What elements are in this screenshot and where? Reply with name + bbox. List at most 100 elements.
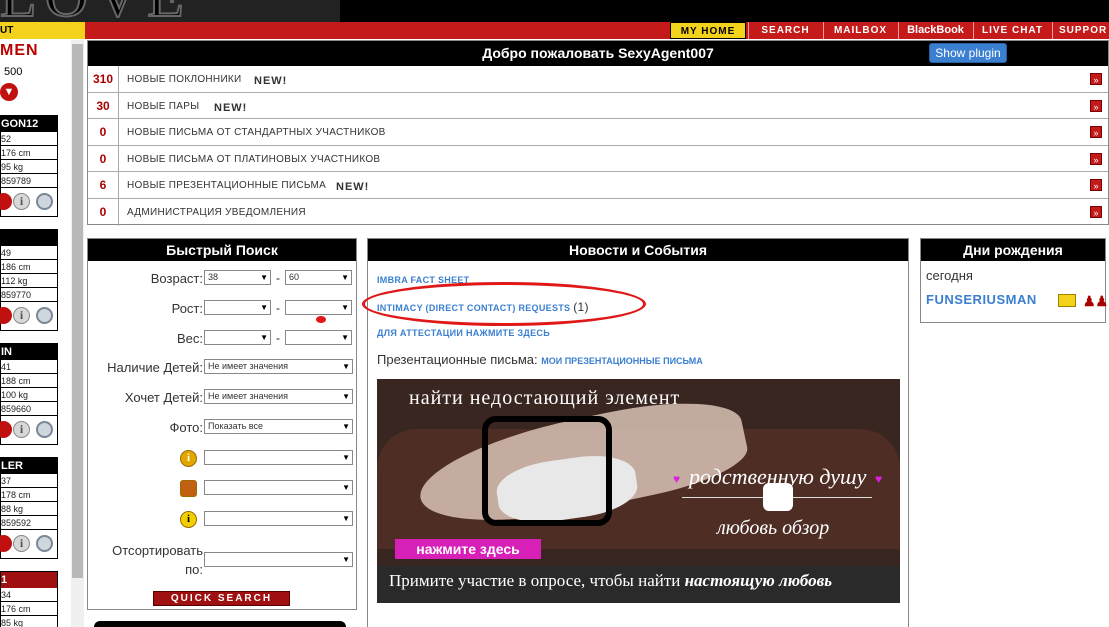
site-logo[interactable]: LOVE — [0, 0, 340, 22]
member-name[interactable]: GON12 — [1, 116, 57, 132]
nav-blackbook[interactable]: BlackBook — [898, 22, 972, 39]
notification-row[interactable]: 6 НОВЫЕ ПРЕЗЕНТАЦИОННЫЕ ПИСЬМА NEW! » — [88, 172, 1108, 199]
member-id: 859592 — [1, 516, 57, 530]
photo-select[interactable]: Показать все ▼ — [204, 419, 353, 434]
notification-count: 30 — [88, 92, 119, 119]
notification-label[interactable]: НОВЫЕ ПАРЫ — [127, 101, 199, 112]
next-panel-header — [94, 621, 346, 627]
range-dash: - — [276, 301, 280, 315]
nav-live-chat[interactable]: LIVE CHAT — [973, 22, 1051, 39]
chevron-down-icon: ▼ — [342, 422, 350, 431]
notification-row[interactable]: 0 АДМИНИСТРАЦИЯ УВЕДОМЛЕНИЯ » — [88, 198, 1108, 226]
info-icon[interactable]: i — [13, 535, 30, 552]
arrow-right-icon[interactable]: » — [1090, 179, 1102, 192]
presentation-letters-label: Презентационные письма: — [377, 352, 538, 367]
info-icon[interactable]: i — [13, 307, 30, 324]
notification-label[interactable]: НОВЫЕ ПИСЬМА ОТ СТАНДАРТНЫХ УЧАСТНИКОВ — [127, 127, 386, 138]
banner-click-here-button[interactable]: нажмите здесь — [395, 539, 541, 559]
info-icon: i — [180, 511, 197, 528]
member-age: 52 — [1, 132, 57, 146]
scroll-thumb[interactable] — [72, 44, 83, 578]
height-from-select[interactable]: ▼ — [204, 300, 271, 315]
arrow-right-icon[interactable]: » — [1090, 126, 1102, 139]
chevron-down-icon: ▼ — [341, 303, 349, 312]
promo-banner[interactable]: найти недостающий элемент ♥ родственную … — [377, 379, 900, 603]
notification-row[interactable]: 0 НОВЫЕ ПИСЬМА ОТ СТАНДАРТНЫХ УЧАСТНИКОВ… — [88, 119, 1108, 146]
member-id: 859789 — [1, 174, 57, 188]
quick-search-button[interactable]: QUICK SEARCH — [153, 591, 290, 606]
chevron-down-icon[interactable]: ▼ — [0, 83, 18, 101]
member-card[interactable]: 49 186 cm 112 kg 859770 i — [0, 229, 58, 331]
attestation-link[interactable]: ДЛЯ АТТЕСТАЦИИ НАЖМИТЕ ЗДЕСЬ — [377, 328, 550, 338]
age-to-select[interactable]: 60 ▼ — [285, 270, 352, 285]
webcam-icon[interactable] — [36, 421, 53, 438]
arrow-right-icon[interactable]: » — [1090, 152, 1102, 165]
logout-link[interactable]: UT — [0, 22, 85, 39]
nav-support[interactable]: SUPPOR — [1052, 22, 1109, 39]
notification-row[interactable]: 0 НОВЫЕ ПИСЬМА ОТ ПЛАТИНОВЫХ УЧАСТНИКОВ … — [88, 145, 1108, 173]
nav-my-home[interactable]: MY HOME — [670, 22, 746, 39]
webcam-icon[interactable] — [36, 193, 53, 210]
show-plugin-button[interactable]: Show plugin — [929, 43, 1007, 63]
weight-to-select[interactable]: ▼ — [285, 330, 352, 345]
notification-count: 0 — [88, 145, 119, 172]
heart-icon[interactable] — [0, 421, 12, 438]
height-to-select[interactable]: ▼ — [285, 300, 352, 315]
want-children-select[interactable]: Не имеет значения ▼ — [204, 389, 353, 404]
notification-label[interactable]: НОВЫЕ ПОКЛОННИКИ — [127, 74, 242, 85]
my-presentation-letters-link[interactable]: МОИ ПРЕЗЕНТАЦИОННЫЕ ПИСЬМА — [541, 356, 703, 366]
webcam-icon[interactable] — [36, 535, 53, 552]
member-card[interactable]: GON12 52 176 cm 95 kg 859789 i — [0, 115, 58, 217]
notification-label[interactable]: НОВЫЕ ПИСЬМА ОТ ПЛАТИНОВЫХ УЧАСТНИКОВ — [127, 154, 380, 165]
member-name[interactable]: 1 — [1, 572, 57, 588]
banner-survey-bold: настоящую любовь — [684, 571, 833, 590]
new-badge: NEW! — [336, 181, 370, 194]
chevron-down-icon: ▼ — [342, 514, 350, 523]
arrow-right-icon[interactable]: » — [1090, 205, 1102, 218]
info-icon[interactable]: i — [13, 421, 30, 438]
notification-row[interactable]: 310 НОВЫЕ ПОКЛОННИКИ NEW! » — [88, 66, 1108, 93]
webcam-icon[interactable] — [36, 307, 53, 324]
height-row: Рост: ▼ - ▼ — [88, 300, 358, 318]
page-root: LOVE UT MY HOME SEARCH MAILBOX BlackBook… — [0, 0, 1109, 627]
children-row: Наличие Детей: Не имеет значения ▼ — [88, 359, 358, 377]
notification-label[interactable]: НОВЫЕ ПРЕЗЕНТАЦИОННЫЕ ПИСЬМА — [127, 180, 326, 191]
birthday-member-link[interactable]: FUNSERIUSMAN — [926, 292, 1037, 307]
member-name[interactable] — [1, 230, 57, 246]
member-card[interactable]: IN 41 188 cm 100 kg 859660 i — [0, 343, 58, 445]
extra-filter-select-1[interactable]: ▼ — [204, 450, 353, 465]
member-weight: 88 kg — [1, 502, 57, 516]
children-value: Не имеет значения — [208, 361, 289, 371]
extra-filter-select-2[interactable]: ▼ — [204, 480, 353, 495]
arrow-right-icon[interactable]: » — [1090, 73, 1102, 85]
member-name[interactable]: LER — [1, 458, 57, 474]
member-name[interactable]: IN — [1, 344, 57, 360]
age-from-select[interactable]: 38 ▼ — [204, 270, 271, 285]
notification-label[interactable]: АДМИНИСТРАЦИЯ УВЕДОМЛЕНИЯ — [127, 207, 306, 218]
nav-search[interactable]: SEARCH — [748, 22, 822, 39]
sort-select[interactable]: ▼ — [204, 552, 353, 567]
member-card[interactable]: LER 37 178 cm 88 kg 859592 i — [0, 457, 58, 559]
arrow-right-icon[interactable]: » — [1090, 99, 1102, 112]
heart-icon[interactable] — [0, 193, 12, 210]
info-icon[interactable]: i — [13, 193, 30, 210]
member-weight: 100 kg — [1, 388, 57, 402]
sidebar-scrollbar[interactable] — [71, 40, 84, 627]
photo-row: Фото: Показать все ▼ — [88, 419, 358, 437]
couple-icon[interactable]: ♟♟ — [1083, 291, 1108, 311]
info-icon: i — [180, 450, 197, 467]
nav-mailbox[interactable]: MAILBOX — [823, 22, 897, 39]
age-to-value: 60 — [289, 272, 300, 282]
mail-icon[interactable] — [1058, 294, 1076, 307]
puzzle-piece-icon — [763, 483, 793, 511]
notification-row[interactable]: 30 НОВЫЕ ПАРЫ NEW! » — [88, 92, 1108, 120]
member-card[interactable]: 1 34 176 cm 85 kg — [0, 571, 58, 627]
weight-from-select[interactable]: ▼ — [204, 330, 271, 345]
members-sidebar: MEN 500 ▼ GON12 52 176 cm 95 kg 859789 i… — [0, 40, 70, 627]
children-select[interactable]: Не имеет значения ▼ — [204, 359, 353, 374]
weight-label: Вес: — [176, 331, 203, 346]
heart-icon[interactable] — [0, 535, 12, 552]
heart-icon[interactable] — [0, 307, 12, 324]
annotation-dot — [316, 316, 326, 323]
extra-filter-select-3[interactable]: ▼ — [204, 511, 353, 526]
